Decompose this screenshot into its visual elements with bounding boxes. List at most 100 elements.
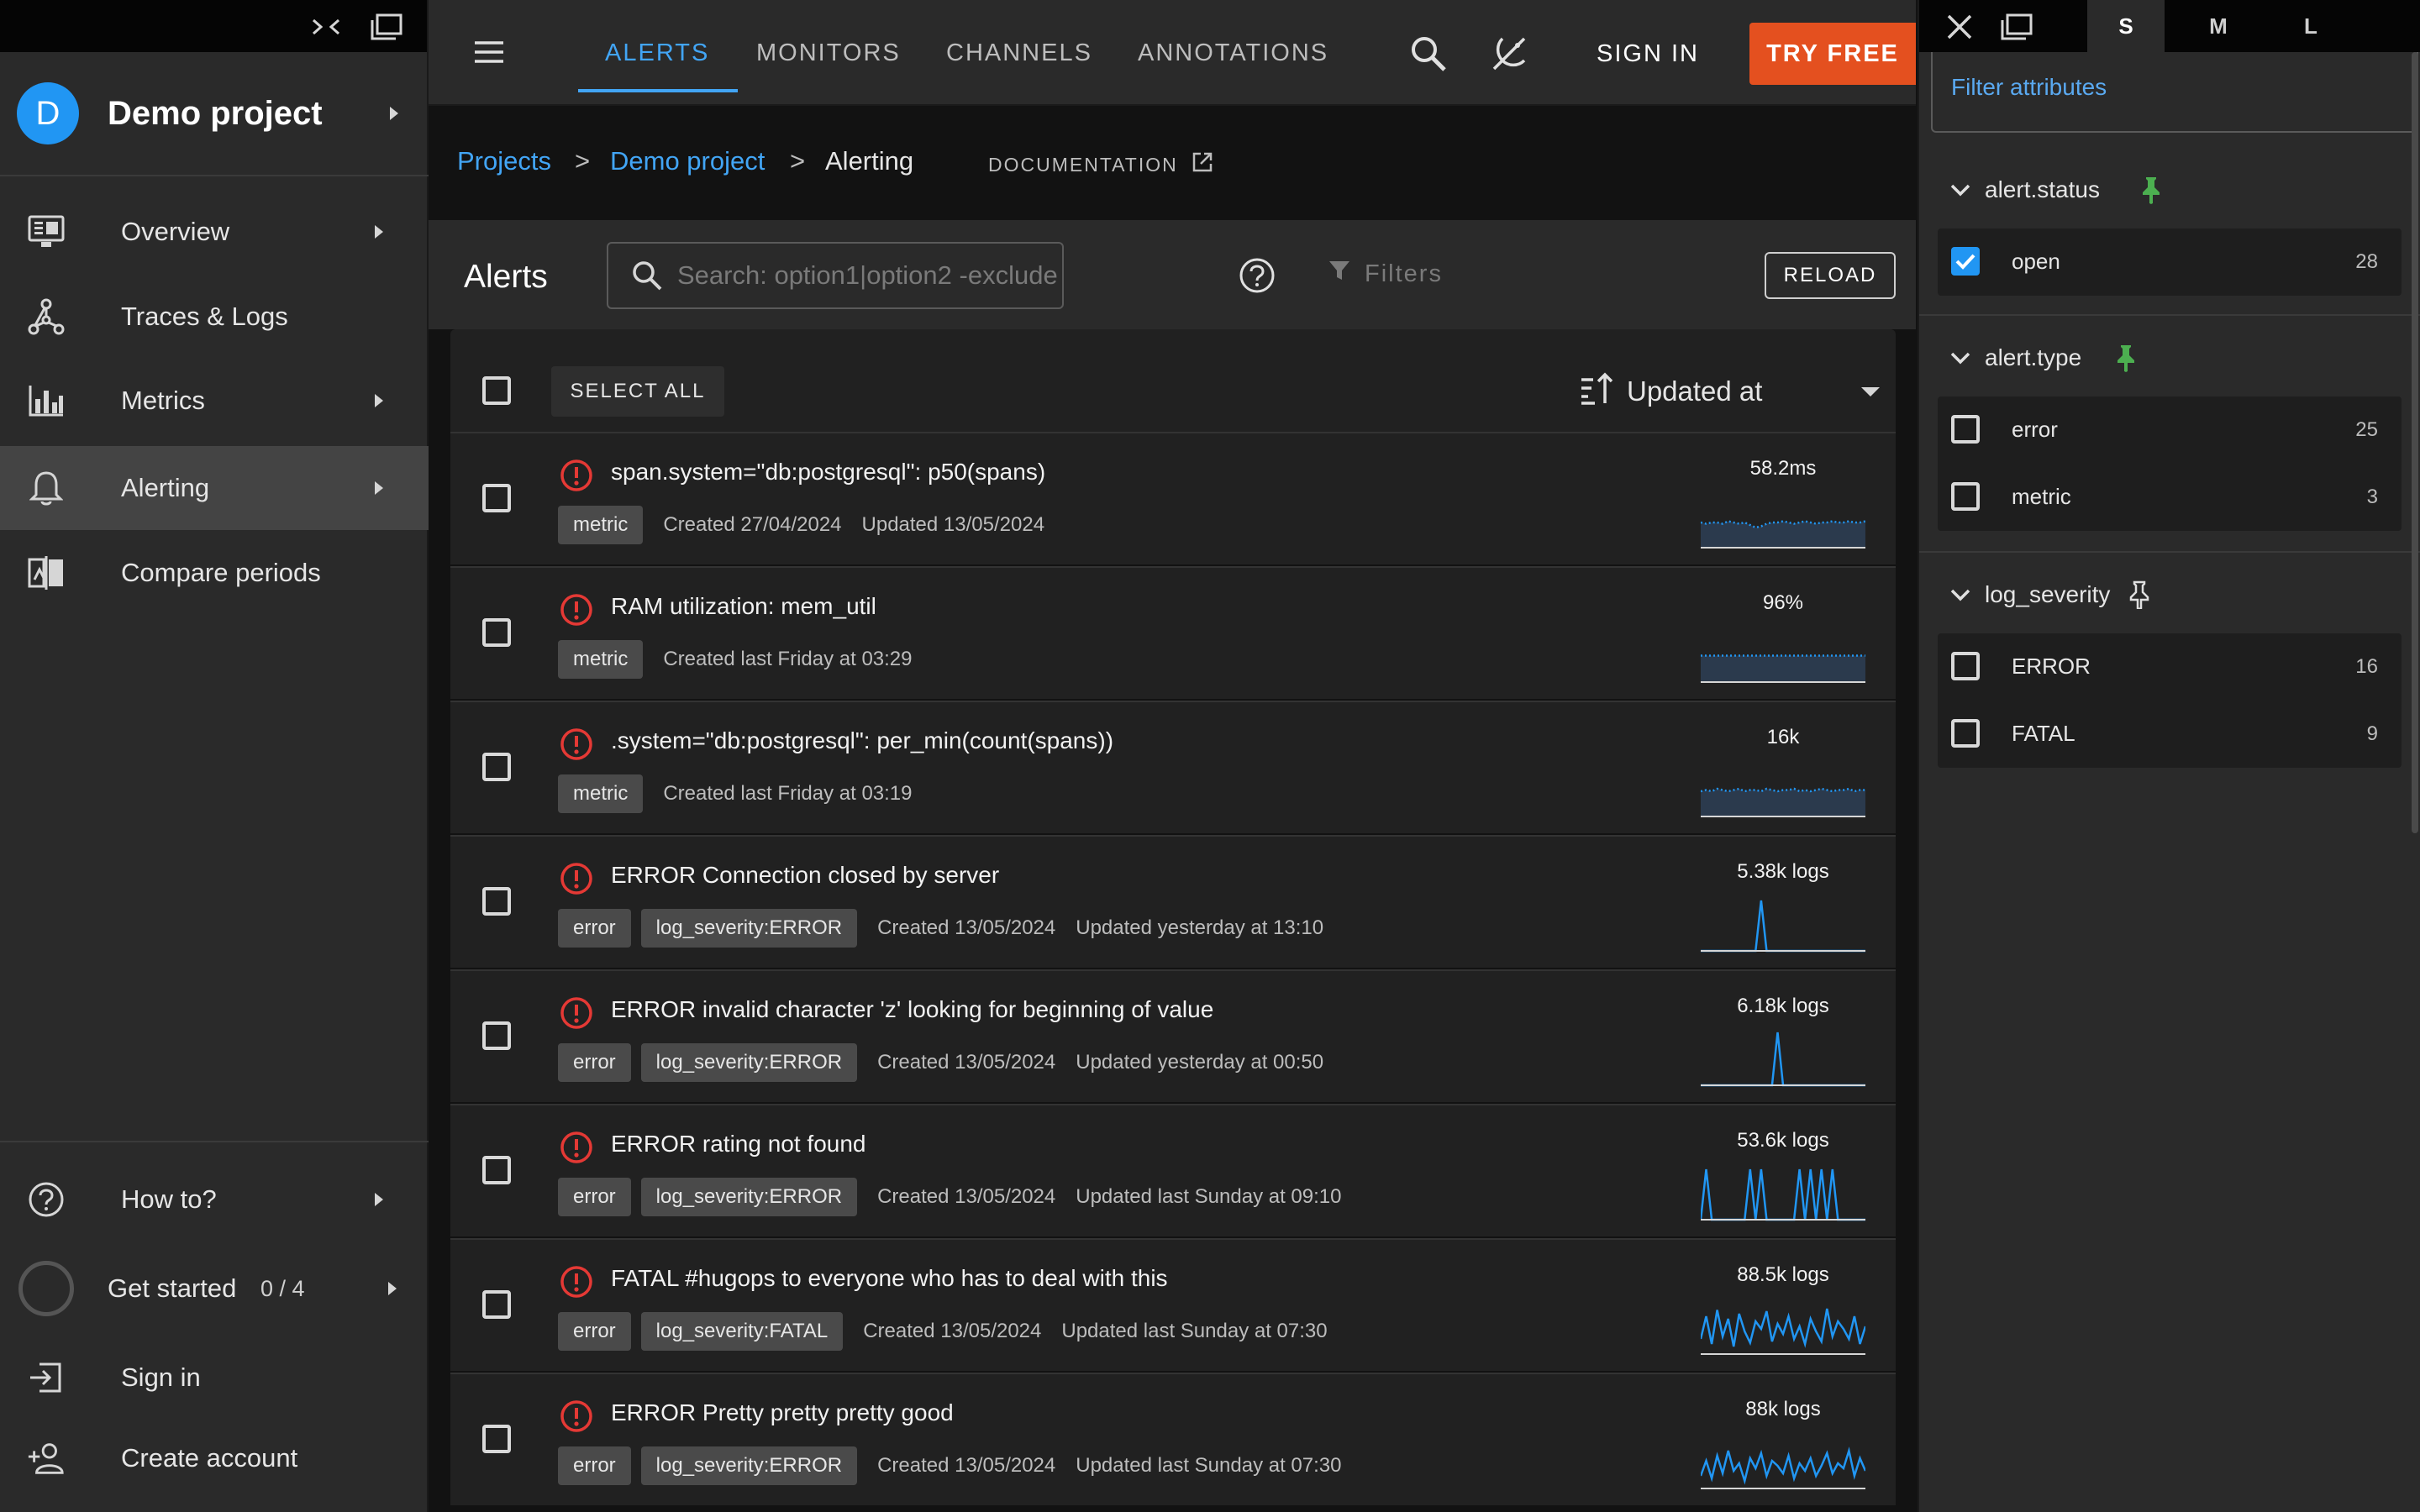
sidebar-item-alerting[interactable]: Alerting [0, 446, 429, 530]
attribute-group-header[interactable]: log_severity [1919, 561, 2420, 628]
collapse-icon[interactable] [309, 10, 343, 44]
row-checkbox[interactable] [482, 1021, 511, 1050]
sign-in-button[interactable]: SIGN IN [1597, 30, 1699, 77]
chevron-down-icon[interactable] [1948, 345, 1973, 370]
search-box[interactable] [607, 242, 1064, 309]
row-checkbox[interactable] [482, 618, 511, 647]
documentation-link[interactable]: DOCUMENTATION [988, 151, 1213, 178]
sparkline: 58.2ms [1701, 457, 1865, 554]
option-checkbox[interactable] [1951, 482, 1980, 511]
tab-channels[interactable]: CHANNELS [946, 0, 1092, 106]
help-icon[interactable] [1239, 257, 1276, 294]
size-tab-l[interactable]: L [2272, 0, 2349, 52]
get-started-progress: 0 / 4 [260, 1275, 305, 1301]
row-checkbox[interactable] [482, 1425, 511, 1453]
attribute-option[interactable]: open 28 [1938, 228, 2402, 296]
filter-attributes-input[interactable] [1951, 74, 2388, 101]
select-all-checkbox[interactable] [482, 376, 511, 405]
project-selector[interactable]: D Demo project [0, 52, 429, 176]
row-checkbox[interactable] [482, 484, 511, 512]
tag-chip[interactable]: metric [558, 506, 644, 544]
pin-icon[interactable] [2139, 176, 2163, 204]
alert-title[interactable]: ERROR Pretty pretty pretty good [611, 1399, 954, 1426]
reload-button[interactable]: RELOAD [1765, 252, 1896, 299]
filter-attributes-box[interactable] [1931, 52, 2418, 133]
scrollbar[interactable] [2412, 52, 2418, 833]
tag-chip[interactable]: log_severity:ERROR [640, 1178, 858, 1216]
option-checkbox[interactable] [1951, 415, 1980, 444]
tag-chip[interactable]: error [558, 1178, 631, 1216]
pin-icon[interactable] [2128, 580, 2151, 611]
alert-title[interactable]: ERROR rating not found [611, 1131, 866, 1158]
attribute-group-header[interactable]: alert.status [1919, 156, 2420, 223]
alert-row[interactable]: ERROR Connection closed by server error lo… [450, 835, 1896, 968]
alert-title[interactable]: .system="db:postgresql": per_min(count(s… [611, 727, 1113, 754]
alert-row[interactable]: ERROR Pretty pretty pretty good error log_… [450, 1373, 1896, 1505]
sidebar-item-compare-periods[interactable]: Compare periods [0, 531, 429, 615]
alert-meta: error log_severity:FATAL Created 13/05/202… [558, 1312, 1328, 1351]
sidebar-item-metrics[interactable]: Metrics [0, 359, 429, 443]
row-checkbox[interactable] [482, 753, 511, 781]
option-checkbox[interactable] [1951, 247, 1980, 276]
alert-title[interactable]: ERROR invalid character 'z' looking for … [611, 996, 1213, 1023]
tab-monitors[interactable]: MONITORS [756, 0, 901, 106]
attribute-group-header[interactable]: alert.type [1919, 324, 2420, 391]
filter-icon [1328, 259, 1351, 289]
search-input[interactable] [677, 260, 1062, 291]
sidebar-item-traces-logs[interactable]: Traces & Logs [0, 275, 429, 359]
sidebar-item-sign-in[interactable]: Sign in [0, 1336, 429, 1420]
row-checkbox[interactable] [482, 1156, 511, 1184]
tag-chip[interactable]: log_severity:FATAL [640, 1312, 844, 1351]
option-checkbox[interactable] [1951, 652, 1980, 680]
tag-chip[interactable]: error [558, 1312, 631, 1351]
alert-title[interactable]: FATAL #hugops to everyone who has to dea… [611, 1265, 1168, 1292]
tag-chip[interactable]: metric [558, 774, 644, 813]
tag-chip[interactable]: error [558, 1043, 631, 1082]
chevron-down-icon[interactable] [1948, 582, 1973, 607]
alert-row[interactable]: RAM utilization: mem_util metric Created l… [450, 566, 1896, 699]
alert-title[interactable]: span.system="db:postgresql": p50(spans) [611, 459, 1045, 486]
size-tab-m[interactable]: M [2180, 0, 2257, 52]
tab-annotations[interactable]: ANNOTATIONS [1138, 0, 1328, 106]
pin-icon[interactable] [2114, 344, 2138, 372]
search-icon[interactable] [1408, 34, 1449, 74]
tag-chip[interactable]: log_severity:ERROR [640, 1446, 858, 1485]
alert-row[interactable]: ERROR rating not found error log_severity:… [450, 1104, 1896, 1236]
chevron-down-icon[interactable] [1948, 177, 1973, 202]
theme-icon[interactable] [1489, 34, 1529, 74]
row-checkbox[interactable] [482, 887, 511, 916]
sidebar-item-overview[interactable]: Overview [0, 190, 429, 274]
attribute-option[interactable]: metric 3 [1938, 464, 2402, 531]
option-checkbox[interactable] [1951, 719, 1980, 748]
attribute-option[interactable]: error 25 [1938, 396, 2402, 464]
menu-icon[interactable] [471, 34, 508, 71]
sidebar-item-create-account[interactable]: Create account [0, 1416, 429, 1500]
sparkline-chart [1701, 900, 1865, 953]
sidebar-item-get-started[interactable]: Get started 0 / 4 [0, 1247, 429, 1331]
sort-select[interactable]: Updated at [1580, 371, 1881, 412]
attribute-option[interactable]: FATAL 9 [1938, 701, 2402, 768]
tag-chip[interactable]: error [558, 1446, 631, 1485]
alert-row[interactable]: FATAL #hugops to everyone who has to dea… [450, 1238, 1896, 1371]
filters-button[interactable]: Filters [1328, 259, 1443, 289]
window-icon[interactable] [370, 10, 403, 44]
alert-row[interactable]: span.system="db:postgresql": p50(spans) m… [450, 432, 1896, 564]
alert-title[interactable]: RAM utilization: mem_util [611, 593, 876, 620]
tag-chip[interactable]: log_severity:ERROR [640, 909, 858, 948]
sidebar-item-how-to[interactable]: How to? [0, 1158, 429, 1242]
select-all-button[interactable]: SELECT ALL [551, 366, 724, 417]
attribute-option[interactable]: ERROR 16 [1938, 633, 2402, 701]
tag-chip[interactable]: log_severity:ERROR [640, 1043, 858, 1082]
breadcrumb-projects[interactable]: Projects [457, 146, 551, 176]
close-icon[interactable] [1943, 10, 1976, 44]
size-tab-s[interactable]: S [2087, 0, 2165, 52]
window-icon[interactable] [2000, 10, 2033, 44]
alert-row[interactable]: ERROR invalid character 'z' looking for … [450, 969, 1896, 1102]
alert-row[interactable]: .system="db:postgresql": per_min(count(s… [450, 701, 1896, 833]
tag-chip[interactable]: metric [558, 640, 644, 679]
alert-title[interactable]: ERROR Connection closed by server [611, 862, 999, 889]
try-free-button[interactable]: TRY FREE [1749, 23, 1916, 85]
breadcrumb-demo-project[interactable]: Demo project [610, 146, 765, 176]
row-checkbox[interactable] [482, 1290, 511, 1319]
tag-chip[interactable]: error [558, 909, 631, 948]
